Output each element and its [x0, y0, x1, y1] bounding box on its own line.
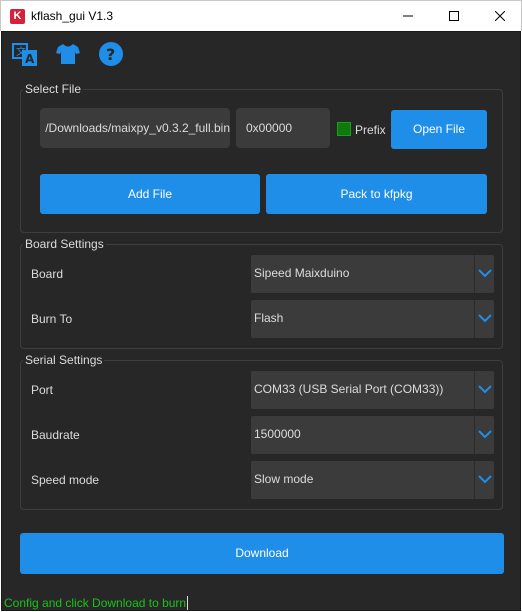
baudrate-label: Baudrate — [31, 428, 80, 442]
port-select[interactable]: COM33 (USB Serial Port (COM33)) — [251, 371, 494, 409]
board-dropdown-arrow[interactable] — [474, 255, 494, 293]
board-value: Sipeed Maixduino — [254, 266, 350, 280]
baudrate-select[interactable]: 1500000 — [251, 416, 494, 454]
file-path-text: /Downloads/maixpy_v0.3.2_full.bin — [45, 121, 230, 135]
svg-text:?: ? — [106, 45, 115, 64]
chevron-down-icon — [478, 269, 492, 278]
chevron-down-icon — [478, 475, 492, 484]
t-shirt-icon[interactable] — [55, 41, 81, 67]
add-file-button[interactable]: Add File — [40, 174, 260, 214]
close-icon — [495, 11, 505, 21]
address-field[interactable]: 0x00000 — [236, 108, 330, 148]
app-icon: K — [10, 9, 25, 24]
status-line: Config and click Download to burn — [4, 596, 189, 610]
maximize-button[interactable] — [431, 1, 477, 32]
text-cursor — [187, 596, 189, 610]
speed-mode-value: Slow mode — [254, 472, 314, 486]
board-settings-group: Board Settings Board Sipeed Maixduino Bu… — [20, 236, 503, 349]
chevron-down-icon — [478, 430, 492, 439]
title-bar: K kflash_gui V1.3 — [0, 0, 522, 31]
close-button[interactable] — [477, 1, 522, 32]
status-text: Config and click Download to burn — [4, 596, 187, 610]
help-icon[interactable]: ? — [98, 41, 124, 67]
open-file-button[interactable]: Open File — [391, 110, 487, 149]
board-settings-title: Board Settings — [23, 236, 106, 252]
baudrate-dropdown-arrow[interactable] — [474, 416, 494, 454]
file-path-field[interactable]: /Downloads/maixpy_v0.3.2_full.bin — [40, 108, 230, 148]
window-title: kflash_gui V1.3 — [31, 9, 114, 23]
minimize-icon — [403, 15, 413, 17]
port-dropdown-arrow[interactable] — [474, 371, 494, 409]
language-icon[interactable]: 文 A — [12, 41, 38, 67]
chevron-down-icon — [478, 314, 492, 323]
board-label: Board — [31, 267, 64, 281]
burn-to-value: Flash — [254, 311, 284, 325]
port-label: Port — [31, 383, 54, 397]
baudrate-value: 1500000 — [254, 427, 301, 441]
chevron-down-icon — [478, 385, 492, 394]
minimize-button[interactable] — [385, 1, 431, 32]
burn-to-label: Burn To — [31, 312, 73, 326]
main-window: 文 A ? Select File /Downloads/maixpy_v0.3… — [1, 31, 521, 611]
select-file-group: Select File /Downloads/maixpy_v0.3.2_ful… — [20, 81, 503, 233]
speed-mode-label: Speed mode — [31, 473, 100, 487]
prefix-checkbox[interactable] — [337, 122, 351, 136]
serial-settings-group: Serial Settings Port COM33 (USB Serial P… — [20, 352, 503, 510]
board-select[interactable]: Sipeed Maixduino — [251, 255, 494, 293]
svg-text:A: A — [25, 52, 35, 66]
prefix-label: Prefix — [355, 123, 386, 137]
speed-mode-dropdown-arrow[interactable] — [474, 461, 494, 499]
serial-settings-title: Serial Settings — [23, 352, 105, 368]
burn-to-dropdown-arrow[interactable] — [474, 300, 494, 338]
pack-to-kfpkg-button[interactable]: Pack to kfpkg — [266, 174, 487, 214]
burn-to-select[interactable]: Flash — [251, 300, 494, 338]
port-value: COM33 (USB Serial Port (COM33)) — [254, 382, 444, 396]
select-file-title: Select File — [23, 81, 84, 97]
download-button[interactable]: Download — [20, 533, 504, 574]
speed-mode-select[interactable]: Slow mode — [251, 461, 494, 499]
maximize-icon — [449, 11, 459, 21]
